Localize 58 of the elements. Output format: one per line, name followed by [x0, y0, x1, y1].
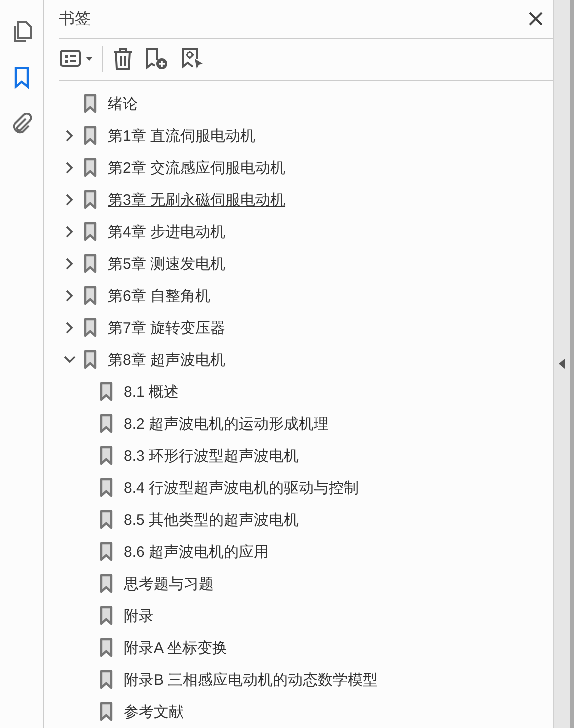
add-bookmark-icon[interactable]: [145, 48, 169, 70]
bookmark-item[interactable]: 8.2 超声波电机的运动形成机理: [124, 414, 330, 434]
bookmark-icon: [84, 126, 97, 146]
chevron-right-icon[interactable]: [64, 226, 76, 238]
bookmark-icon: [100, 702, 113, 722]
chevron-right-icon[interactable]: [64, 194, 76, 206]
bookmark-item[interactable]: 8.4 行波型超声波电机的驱动与控制: [124, 478, 360, 498]
bookmark-item[interactable]: 思考题与习题: [124, 574, 214, 594]
bookmark-item[interactable]: 绪论: [108, 94, 138, 114]
bookmark-icon: [84, 254, 97, 274]
bookmark-icon: [84, 350, 97, 370]
chevron-right-icon[interactable]: [64, 322, 76, 334]
paperclip-icon[interactable]: [12, 113, 32, 135]
chevron-right-icon[interactable]: [64, 290, 76, 302]
bookmark-icon: [100, 510, 113, 530]
bookmark-item[interactable]: 8.3 环形行波型超声波电机: [124, 446, 300, 466]
bookmark-icon: [100, 478, 113, 498]
chevron-right-icon[interactable]: [64, 258, 76, 270]
bookmark-icon[interactable]: [14, 67, 30, 89]
bookmark-item[interactable]: 第2章 交流感应伺服电动机: [108, 158, 286, 178]
bookmark-icon: [100, 574, 113, 594]
bookmark-item[interactable]: 第3章 无刷永磁伺服电动机: [108, 190, 286, 210]
bookmark-item[interactable]: 附录B 三相感应电动机的动态数学模型: [124, 670, 378, 690]
bookmark-item[interactable]: 附录A 坐标变换: [124, 638, 228, 658]
trash-icon[interactable]: [113, 48, 133, 70]
bookmark-icon: [84, 158, 97, 178]
bookmark-icon: [100, 542, 113, 562]
bookmark-item[interactable]: 参考文献: [124, 702, 184, 722]
bookmark-icon: [100, 382, 113, 402]
bookmark-icon: [84, 190, 97, 210]
options-icon[interactable]: [60, 50, 94, 68]
bookmark-icon: [100, 606, 113, 626]
bookmark-icon: [100, 414, 113, 434]
bookmark-icon: [100, 446, 113, 466]
bookmark-icon: [84, 222, 97, 242]
close-icon[interactable]: [528, 10, 544, 27]
bookmark-item[interactable]: 第5章 测速发电机: [108, 254, 226, 274]
bookmark-item[interactable]: 附录: [124, 606, 154, 626]
panel-title: 书签: [59, 10, 91, 30]
bookmark-icon: [84, 94, 97, 114]
bookmark-item[interactable]: 8.1 概述: [124, 382, 180, 402]
pages-icon[interactable]: [12, 21, 32, 43]
bookmark-item[interactable]: 第8章 超声波电机: [108, 350, 226, 370]
collapse-arrow-icon[interactable]: [559, 359, 565, 369]
bookmark-icon: [84, 318, 97, 338]
bookmark-item[interactable]: 8.6 超声波电机的应用: [124, 542, 270, 562]
bookmark-icon: [84, 286, 97, 306]
bookmark-item[interactable]: 第7章 旋转变压器: [108, 318, 226, 338]
bookmark-icon: [100, 670, 113, 690]
bookmark-item[interactable]: 第4章 步进电动机: [108, 222, 226, 242]
chevron-down-icon[interactable]: [64, 354, 76, 366]
bookmark-item[interactable]: 第1章 直流伺服电动机: [108, 126, 256, 146]
bookmark-item[interactable]: 8.5 其他类型的超声波电机: [124, 510, 300, 530]
chevron-right-icon[interactable]: [64, 162, 76, 174]
chevron-right-icon[interactable]: [64, 130, 76, 142]
bookmark-item[interactable]: 第6章 自整角机: [108, 286, 211, 306]
bookmark-cursor-icon[interactable]: [181, 48, 205, 70]
bookmark-icon: [100, 638, 113, 658]
